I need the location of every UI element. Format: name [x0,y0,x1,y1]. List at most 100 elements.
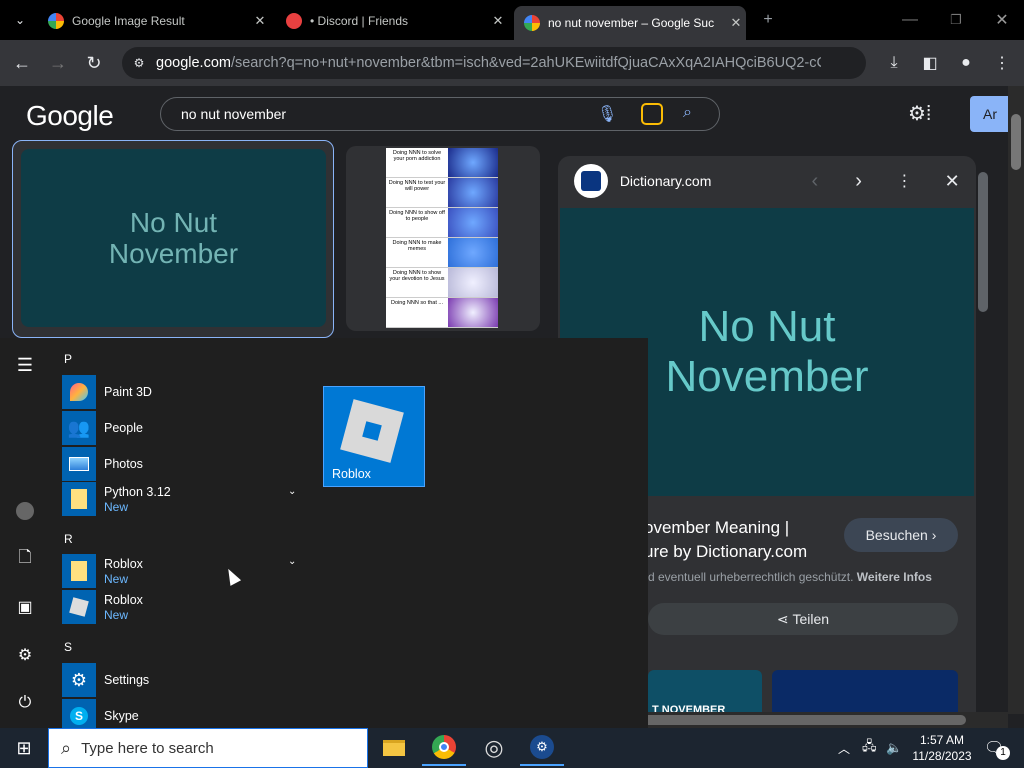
app-settings[interactable]: ⚙ Settings [62,662,312,698]
page-scrollbar[interactable] [1008,86,1024,714]
preview-title-line: ure by Dictionary.com [644,542,808,561]
tab-title: Google Image Result [72,14,185,28]
folder-icon [62,482,96,516]
close-panel-icon[interactable]: ✕ [928,171,976,192]
google-logo[interactable]: Google [26,100,114,132]
expand-chevron-icon[interactable]: ⌄ [288,486,296,497]
profile-icon[interactable]: ● [952,49,980,77]
preview-title[interactable]: ovember Meaning | ure by Dictionary.com [644,516,807,564]
meme-caption: Doing NNN to solve your porn addiction [392,150,442,162]
side-panel-icon[interactable]: ◧ [916,49,944,77]
steam-icon[interactable]: ⚙ [520,730,564,766]
panel-header: Dictionary.com ‹ › ⋮ ✕ [558,156,976,206]
network-icon[interactable]: 🖧 [862,728,877,768]
new-badge: New [104,571,129,586]
tab-strip: ⌄ Google Image Result ✕ • Discord | Frie… [0,0,1024,40]
user-account-icon[interactable] [12,498,38,524]
minimize-icon[interactable]: — [896,6,924,34]
meme-caption: Doing NNN to test your will power [388,180,446,192]
apps-sign-in-button[interactable]: Ar [970,96,1010,132]
new-tab-button[interactable]: + [754,6,782,34]
url-host: google.com [156,55,231,71]
tab-close-icon[interactable]: ✕ [488,13,508,29]
address-bar[interactable]: ⚙ google.com /search?q=no+nut+november&t… [122,47,866,79]
app-python-312[interactable]: Python 3.12 New [62,482,312,516]
more-kebab-icon[interactable]: ⋮ [881,171,929,191]
tray-chevron-icon[interactable]: ︿ [838,728,850,768]
file-explorer-icon[interactable] [372,730,416,766]
chrome-icon[interactable] [422,730,466,766]
tab-search-chevron-icon[interactable]: ⌄ [6,6,34,34]
image-result-2[interactable]: Doing NNN to solve your porn addiction Do… [346,146,540,331]
preview-image-text: No Nut [698,302,836,351]
folder-icon [62,554,96,588]
app-roblox[interactable]: Roblox New [62,590,312,624]
tab-discord-friends[interactable]: • Discord | Friends ✕ [276,6,508,36]
more-info-link[interactable]: Weitere Infos [857,570,932,584]
roblox-tile[interactable]: Roblox [323,386,425,487]
search-magnifier-icon[interactable]: ⌕ [683,104,692,122]
panel-source[interactable]: Dictionary.com [620,173,779,189]
clock[interactable]: 1:57 AM 11/28/2023 [910,728,974,768]
meme-row: Doing NNN to show your devotion to Jesus [386,268,498,298]
section-letter-s[interactable]: S [64,640,72,654]
meme-row: Doing NNN to make memes [386,238,498,268]
tab-close-icon[interactable]: ✕ [250,13,270,29]
google-search-input[interactable]: no nut november 🎙 ⌕ [160,97,720,131]
download-icon[interactable]: ⤓ [880,49,908,77]
app-photos[interactable]: Photos [62,446,312,482]
notification-count-badge: 1 [996,746,1010,760]
restore-icon[interactable]: ❐ [942,6,970,34]
reload-icon[interactable]: ↻ [80,49,108,77]
expand-chevron-icon[interactable]: ⌄ [288,556,296,567]
app-paint-3d[interactable]: Paint 3D [62,374,312,410]
meme-row: Doing NNN to test your will power [386,178,498,208]
tile-label: Roblox [332,467,371,481]
app-name: People [104,421,143,435]
windows-start-icon[interactable]: ⊞ [2,730,46,766]
share-button[interactable]: ⋖ Teilen [648,603,958,635]
forward-arrow-icon[interactable]: → [44,49,72,77]
pictures-icon[interactable]: ▣ [12,594,38,620]
meme-row: Doing NNN so that ... [386,298,498,328]
settings-icon[interactable]: ⚙ [12,642,38,668]
visit-label: Besuchen [865,527,928,543]
volume-muted-icon[interactable]: 🔈 [886,728,902,768]
tab-title: no nut november – Google Suc [548,16,715,30]
next-chevron-icon[interactable]: › [837,170,881,193]
time: 1:57 AM [919,733,965,747]
documents-icon[interactable]: 🗋 [12,546,38,572]
tab-close-icon[interactable]: ✕ [726,15,746,31]
result-image: No Nut November [21,149,326,327]
roblox-logo-icon [340,399,404,463]
meme-brain-image [448,298,498,327]
obs-icon[interactable]: ◎ [472,730,516,766]
menu-kebab-icon[interactable]: ⋮ [988,49,1016,77]
share-icon: ⋖ [776,610,793,627]
search-query: no nut november [181,106,287,122]
section-letter-p[interactable]: P [64,352,72,366]
voice-search-mic-icon[interactable]: 🎙 [597,104,617,124]
tab-google-image-result[interactable]: Google Image Result ✕ [38,6,270,36]
dictionary-logo-icon [574,164,608,198]
back-arrow-icon[interactable]: ← [8,49,36,77]
section-letter-r[interactable]: R [64,532,73,546]
lens-camera-icon[interactable] [641,103,663,125]
visit-button[interactable]: Besuchen › [844,518,958,552]
start-menu-rail: ☰ 🗋 ▣ ⚙ ⏻ [0,338,48,728]
site-info-icon[interactable]: ⚙ [122,56,156,70]
hamburger-menu-icon[interactable]: ☰ [12,352,38,378]
page-scroll-thumb[interactable] [1011,114,1021,170]
window-close-icon[interactable]: ✕ [988,6,1016,34]
meme-caption: Doing NNN to show your devotion to Jesus [389,270,445,282]
prev-chevron-icon[interactable]: ‹ [793,170,837,193]
tab-no-nut-november[interactable]: no nut november – Google Suc ✕ [514,6,746,40]
taskbar-search-box[interactable]: ⌕ Type here to search [48,728,368,768]
app-people[interactable]: 👥 People [62,410,312,446]
power-icon[interactable]: ⏻ [12,690,38,716]
app-roblox-folder[interactable]: Roblox New [62,554,312,588]
app-name: Roblox [104,592,143,607]
settings-gear-icon[interactable]: ⚙⁞ [908,101,948,127]
panel-scroll-thumb[interactable] [978,172,988,312]
image-result-1[interactable]: No Nut November [12,140,334,338]
